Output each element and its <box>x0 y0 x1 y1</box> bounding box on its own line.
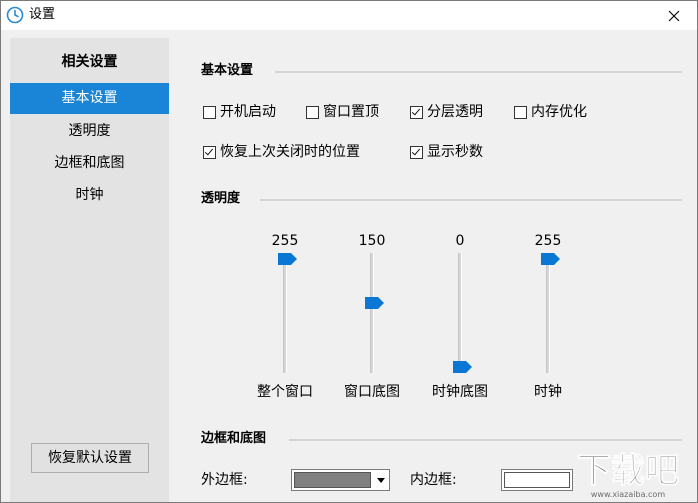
slider-track[interactable] <box>283 253 287 373</box>
slider-thumb[interactable] <box>541 253 561 265</box>
slider-label: 窗口底图 <box>344 384 400 400</box>
chevron-down-icon <box>373 470 389 490</box>
slider-track[interactable] <box>370 253 374 373</box>
section-divider <box>260 199 682 201</box>
checkbox-label: 开机启动 <box>220 104 276 120</box>
svg-text:www.xiazaiba.com: www.xiazaiba.com <box>591 490 665 499</box>
sidebar-item-basic[interactable]: 基本设置 <box>10 83 169 114</box>
checkbox-box <box>306 105 319 119</box>
checkbox-always-on-top[interactable]: 窗口置顶 <box>306 102 379 122</box>
checkbox-label: 内存优化 <box>531 104 587 120</box>
slider-thumb[interactable] <box>365 297 385 310</box>
section-title-border: 边框和底图 <box>201 431 267 446</box>
inner-border-label: 内边框: <box>410 472 457 488</box>
close-button[interactable] <box>651 1 697 30</box>
title-bar: 设置 <box>1 1 697 30</box>
slider-value: 150 <box>358 233 386 249</box>
restore-defaults-button[interactable]: 恢复默认设置 <box>31 443 149 473</box>
sidebar-item-border[interactable]: 边框和底图 <box>10 148 169 179</box>
slider-label: 整个窗口 <box>257 384 313 400</box>
outer-border-color-select[interactable] <box>291 469 390 491</box>
checkbox-box <box>410 145 423 159</box>
checkbox-label: 分层透明 <box>427 104 483 120</box>
slider-track[interactable] <box>546 253 550 373</box>
checkbox-layered-transparency[interactable]: 分层透明 <box>410 102 483 122</box>
sidebar-item-clock[interactable]: 时钟 <box>10 180 169 211</box>
section-title-transparency: 透明度 <box>201 191 241 206</box>
window-title: 设置 <box>29 7 56 22</box>
checkbox-restore-position[interactable]: 恢复上次关闭时的位置 <box>203 142 360 162</box>
checkbox-box <box>203 105 216 119</box>
sidebar-item-transparency[interactable]: 透明度 <box>10 116 169 147</box>
clock-icon <box>6 6 24 24</box>
slider-thumb[interactable] <box>278 253 298 265</box>
outer-color-swatch <box>294 472 371 488</box>
slider-track[interactable] <box>458 253 462 373</box>
settings-window: 设置 相关设置 基本设置 透明度 边框和底图 时钟 恢复默认设置 基本设置 开机… <box>0 0 698 503</box>
checkbox-memory-optimize[interactable]: 内存优化 <box>514 102 587 122</box>
checkbox-box <box>410 105 423 119</box>
sidebar: 相关设置 基本设置 透明度 边框和底图 时钟 恢复默认设置 <box>10 38 169 502</box>
section-title-basic: 基本设置 <box>201 63 254 78</box>
section-divider <box>289 439 682 441</box>
slider-thumb[interactable] <box>453 361 473 373</box>
checkbox-label: 显示秒数 <box>427 144 483 160</box>
sidebar-heading: 相关设置 <box>61 54 118 70</box>
checkbox-show-seconds[interactable]: 显示秒数 <box>410 142 483 162</box>
slider-label: 时钟 <box>534 384 562 400</box>
watermark-logo: 下载吧 www.xiazaiba.com <box>577 451 680 500</box>
close-icon <box>668 10 680 21</box>
slider-value: 255 <box>271 233 299 249</box>
svg-text:下载吧: 下载吧 <box>577 451 679 491</box>
client-area: 相关设置 基本设置 透明度 边框和底图 时钟 恢复默认设置 基本设置 开机启动 … <box>10 38 688 502</box>
slider-value: 255 <box>534 233 562 249</box>
section-divider <box>275 71 682 73</box>
slider-value: 0 <box>455 233 465 249</box>
checkbox-label: 窗口置顶 <box>323 104 379 120</box>
checkbox-autostart[interactable]: 开机启动 <box>203 102 276 122</box>
checkbox-box <box>203 145 216 159</box>
inner-color-swatch <box>504 472 570 488</box>
checkbox-label: 恢复上次关闭时的位置 <box>220 144 360 160</box>
slider-label: 时钟底图 <box>432 384 488 400</box>
checkbox-box <box>514 105 527 119</box>
outer-border-label: 外边框: <box>201 472 248 488</box>
